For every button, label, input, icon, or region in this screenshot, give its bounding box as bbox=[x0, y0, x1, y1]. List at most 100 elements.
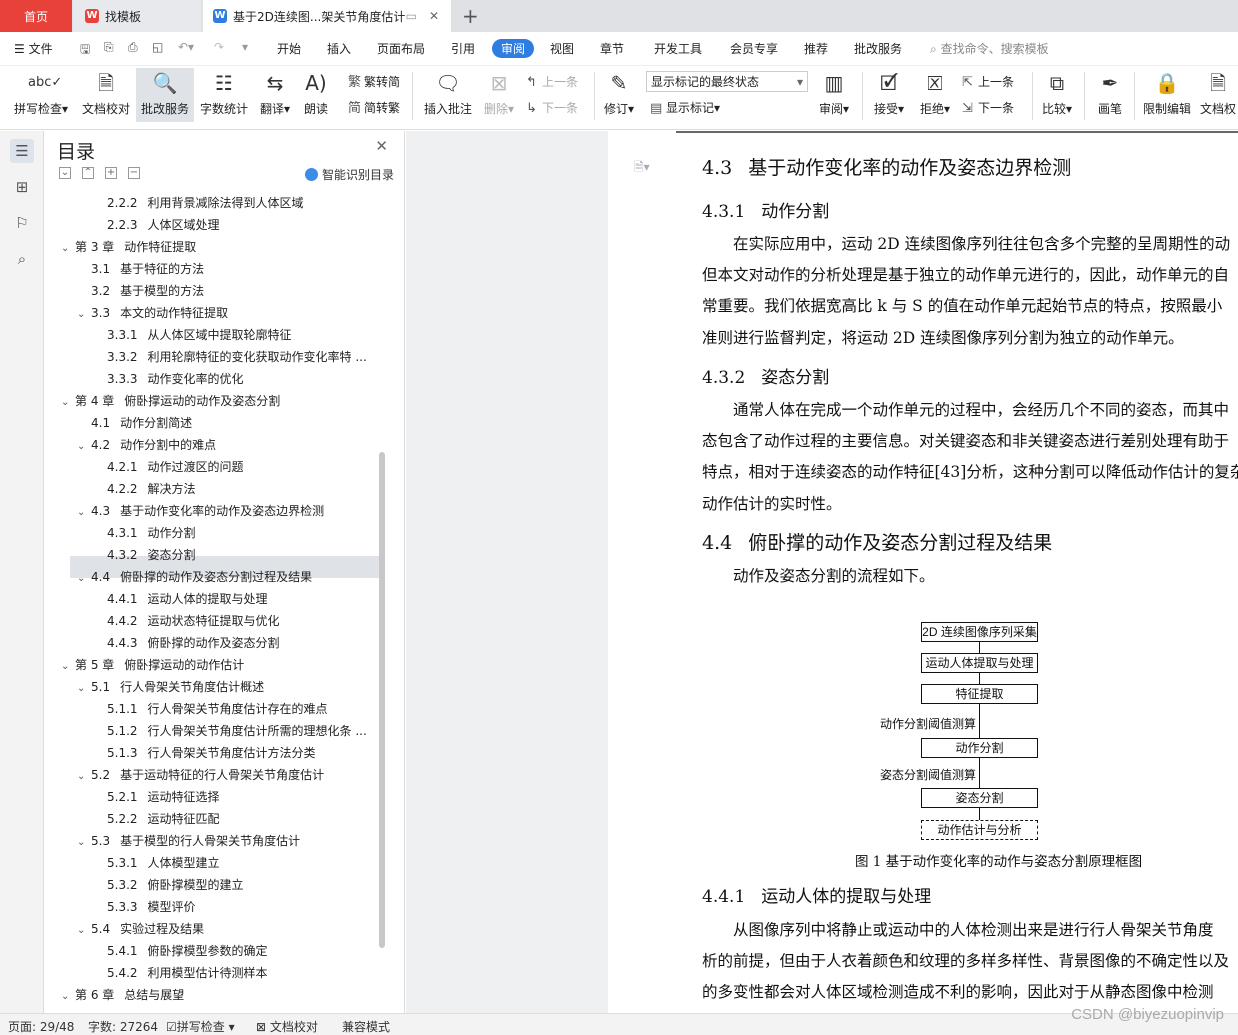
chapter-nav-icon[interactable]: ⊞ bbox=[10, 175, 34, 199]
reject-button[interactable]: 🗵 拒绝▾ bbox=[916, 68, 954, 122]
toc-item[interactable]: 4.3.1 动作分割 bbox=[107, 522, 373, 544]
toc-item[interactable]: 5.4.2 利用模型估计待测样本 bbox=[107, 962, 373, 984]
toc-item[interactable]: 3.3.1 从人体区域中提取轮廓特征 bbox=[107, 324, 373, 346]
prev-change-button[interactable]: ⇱ 上一条 bbox=[962, 72, 1014, 92]
menu-insert[interactable]: 插入 bbox=[327, 40, 351, 57]
markup-state-select[interactable]: 显示标记的最终状态 ▾ bbox=[646, 71, 808, 92]
show-markup-button[interactable]: ▤ 显示标记▾ bbox=[650, 98, 720, 118]
expand-up-icon[interactable]: ⌃ bbox=[82, 167, 94, 179]
word-count-button[interactable]: ☷ 字数统计 bbox=[198, 68, 250, 122]
more-icon[interactable]: ▾ bbox=[242, 40, 248, 54]
toc-item[interactable]: 5.3.2 俯卧撑模型的建立 bbox=[107, 874, 373, 896]
toc-item[interactable]: ⌄ 第 6 章总结与展望 bbox=[61, 984, 373, 1006]
menu-developer[interactable]: 开发工具 bbox=[654, 40, 702, 57]
toc-item[interactable]: 5.3.3 模型评价 bbox=[107, 896, 373, 918]
insert-comment-button[interactable]: 🗨 插入批注 bbox=[422, 68, 474, 122]
chevron-down-icon[interactable]: ⌄ bbox=[77, 766, 91, 786]
toc-item[interactable]: 4.2.1 动作过渡区的问题 bbox=[107, 456, 373, 478]
toc-item[interactable]: 4.4.3 俯卧撑的动作及姿态分割 bbox=[107, 632, 373, 654]
pen-button[interactable]: ✒ 画笔 bbox=[1092, 68, 1128, 122]
toc-item[interactable]: 3.2 基于模型的方法 bbox=[91, 280, 373, 302]
next-comment-button[interactable]: ↳ 下一条 bbox=[526, 98, 578, 118]
smart-toc-button[interactable]: 智能识别目录 bbox=[304, 166, 394, 183]
menu-review[interactable]: 审阅 bbox=[492, 39, 535, 58]
doc-permission-button[interactable]: 🗎 文档权 bbox=[1198, 68, 1238, 122]
menu-recommend[interactable]: 推荐 bbox=[804, 40, 828, 57]
toc-item[interactable]: ⌄ 第 5 章俯卧撑运动的动作估计 bbox=[61, 654, 373, 676]
toc-item[interactable]: ⌄ 5.1 行人骨架关节角度估计概述 bbox=[77, 676, 373, 698]
chevron-down-icon[interactable]: ⌄ bbox=[77, 678, 91, 698]
spell-check-button[interactable]: abc✓ 拼写检查▾ bbox=[10, 68, 72, 122]
chevron-down-icon[interactable]: ⌄ bbox=[61, 986, 75, 1006]
tab-find-template[interactable]: W 找模板 bbox=[73, 0, 201, 32]
chevron-down-icon[interactable]: ⌄ bbox=[77, 568, 91, 588]
toc-item[interactable]: ⌄ 第 3 章动作特征提取 bbox=[61, 236, 373, 258]
translate-button[interactable]: ⇆ 翻译▾ bbox=[256, 68, 294, 122]
preview-icon[interactable]: ◱ bbox=[152, 40, 163, 54]
menu-layout[interactable]: 页面布局 bbox=[377, 40, 425, 57]
export-icon[interactable]: ⎘ bbox=[104, 40, 114, 55]
toc-item[interactable]: ⌄ 5.2 基于运动特征的行人骨架关节角度估计 bbox=[77, 764, 373, 786]
redo-icon[interactable]: ↷ bbox=[214, 40, 224, 54]
chevron-down-icon[interactable]: ⌄ bbox=[77, 920, 91, 940]
toc-item[interactable]: 5.3.1 人体模型建立 bbox=[107, 852, 373, 874]
restrict-edit-button[interactable]: 🔒 限制编辑 bbox=[1140, 68, 1194, 122]
delete-comment-button[interactable]: ⊠ 删除▾ bbox=[480, 68, 518, 122]
word-count[interactable]: 字数: 27264 bbox=[88, 1018, 158, 1035]
toc-item[interactable]: ⌄ 4.3 基于动作变化率的动作及姿态边界检测 bbox=[77, 500, 373, 522]
toc-item[interactable]: 4.1 动作分割简述 bbox=[91, 412, 373, 434]
add-heading-icon[interactable]: + bbox=[105, 167, 117, 179]
toc-item[interactable]: ⌄ 第 4 章俯卧撑运动的动作及姿态分割 bbox=[61, 390, 373, 412]
save-icon[interactable]: 🖫 bbox=[80, 40, 90, 61]
chevron-down-icon[interactable]: ⌄ bbox=[61, 392, 75, 412]
collapse-all-icon[interactable]: ⌄ bbox=[59, 167, 71, 179]
toc-item[interactable]: 5.1.3 行人骨架关节角度估计方法分类 bbox=[107, 742, 373, 764]
undo-icon[interactable]: ↶▾ bbox=[178, 40, 194, 54]
monitor-icon[interactable]: ▭ bbox=[406, 9, 417, 23]
tab-document[interactable]: W 基于2D连续图...架关节角度估计 ▭ ✕ bbox=[203, 0, 451, 32]
trad-to-simp-button[interactable]: 繁繁转简 bbox=[348, 72, 400, 92]
chevron-down-icon[interactable]: ⌄ bbox=[77, 502, 91, 522]
status-doc-proof[interactable]: ⊠ 文档校对 bbox=[256, 1018, 318, 1035]
search-icon[interactable]: ⌕ bbox=[10, 247, 34, 271]
chevron-down-icon[interactable]: ⌄ bbox=[61, 238, 75, 258]
toc-item[interactable]: 5.2.2 运动特征匹配 bbox=[107, 808, 373, 830]
menu-chapter[interactable]: 章节 bbox=[600, 40, 624, 57]
print-icon[interactable]: ⎙ bbox=[128, 40, 138, 55]
toc-item[interactable]: 5.1.1 行人骨架关节角度估计存在的难点 bbox=[107, 698, 373, 720]
accept-button[interactable]: 🗹 接受▾ bbox=[870, 68, 908, 122]
toc-item[interactable]: 2.2.3 人体区域处理 bbox=[107, 214, 373, 236]
chevron-down-icon[interactable]: ⌄ bbox=[77, 436, 91, 456]
track-changes-button[interactable]: ✎ 修订▾ bbox=[600, 68, 638, 122]
prev-comment-button[interactable]: ↰ 上一条 bbox=[526, 72, 578, 92]
chevron-down-icon[interactable]: ⌄ bbox=[77, 832, 91, 852]
toc-item[interactable]: 4.4.1 运动人体的提取与处理 bbox=[107, 588, 373, 610]
toc-item[interactable]: 4.4.2 运动状态特征提取与优化 bbox=[107, 610, 373, 632]
toc-item[interactable]: ⌄ 5.4 实验过程及结果 bbox=[77, 918, 373, 940]
toc-item[interactable]: 3.3.3 动作变化率的优化 bbox=[107, 368, 373, 390]
page-menu-icon[interactable]: 🗎▾ bbox=[634, 158, 650, 179]
toc-item[interactable]: 3.3.2 利用轮廓特征的变化获取动作变化率特 ... bbox=[107, 346, 373, 368]
next-change-button[interactable]: ⇲ 下一条 bbox=[962, 98, 1014, 118]
compare-button[interactable]: ⧉ 比较▾ bbox=[1038, 68, 1076, 122]
toc-item[interactable]: 5.1.2 行人骨架关节角度估计所需的理想化条 ... bbox=[107, 720, 373, 742]
toc-scrollbar[interactable] bbox=[379, 452, 385, 948]
toc-item[interactable]: 3.1 基于特征的方法 bbox=[91, 258, 373, 280]
toc-item[interactable]: 5.2.1 运动特征选择 bbox=[107, 786, 373, 808]
chevron-down-icon[interactable]: ⌄ bbox=[77, 304, 91, 324]
new-tab-icon[interactable]: + bbox=[462, 4, 479, 28]
simp-to-trad-button[interactable]: 简简转繁 bbox=[348, 98, 400, 118]
menu-member[interactable]: 会员专享 bbox=[730, 40, 778, 57]
menu-start[interactable]: 开始 bbox=[277, 40, 301, 57]
toc-item[interactable]: 5.4.1 俯卧撑模型参数的确定 bbox=[107, 940, 373, 962]
menu-reference[interactable]: 引用 bbox=[451, 40, 475, 57]
command-search[interactable]: ⌕ 查找命令、搜索模板 bbox=[930, 40, 1049, 57]
correction-service-button[interactable]: 🔍 批改服务 bbox=[136, 68, 194, 122]
toc-item[interactable]: 2.2.2 利用背景减除法得到人体区域 bbox=[107, 192, 373, 214]
remove-heading-icon[interactable]: − bbox=[128, 167, 140, 179]
close-tab-icon[interactable]: ✕ bbox=[429, 9, 439, 23]
page-count[interactable]: 页面: 29/48 bbox=[8, 1018, 74, 1035]
toc-item[interactable]: ⌄ 5.3 基于模型的行人骨架关节角度估计 bbox=[77, 830, 373, 852]
document-page[interactable]: 🗎▾ 4.3 基于动作变化率的动作及姿态边界检测 4.3.1 动作分割 在实际应用中… bbox=[608, 131, 1238, 1013]
chevron-down-icon[interactable]: ⌄ bbox=[61, 656, 75, 676]
